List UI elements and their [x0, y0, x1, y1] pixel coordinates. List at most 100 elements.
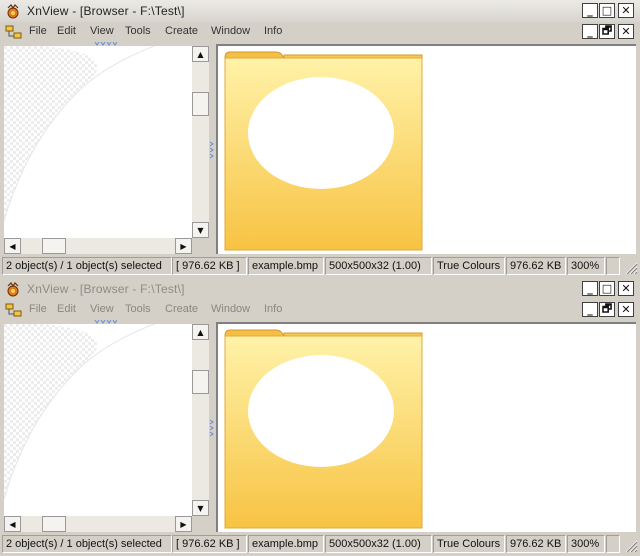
scroll-left-button[interactable]: ◀	[4, 516, 21, 532]
scroll-left-button[interactable]: ◀	[4, 238, 21, 254]
tree-horizontal-scrollbar[interactable]: ◀ ▶	[4, 516, 192, 532]
menu-window[interactable]: Window	[211, 25, 250, 37]
scroll-up-button[interactable]: ▲	[192, 46, 209, 62]
arrow-down-icon: ▼	[197, 503, 204, 513]
restore-icon: 🗗	[601, 24, 613, 37]
menu-edit[interactable]: Edit	[57, 25, 76, 37]
status-filesize: 976.62 KB	[506, 257, 566, 275]
minimize-icon: _	[587, 4, 593, 17]
menu-view[interactable]: View	[90, 25, 114, 37]
window-title: XnView - [Browser - F:\Test\]	[27, 4, 185, 18]
title-bar[interactable]: XnView - [Browser - F:\Test\] _ □ ✕	[0, 278, 640, 300]
arrow-left-icon: ◀	[9, 519, 16, 529]
arrow-left-icon: ◀	[9, 241, 16, 251]
scroll-thumb[interactable]	[192, 370, 209, 394]
scroll-thumb[interactable]	[42, 516, 66, 532]
maximize-button[interactable]: □	[599, 3, 615, 18]
mdi-restore-button[interactable]: 🗗	[599, 302, 615, 317]
status-selection-size: [ 976.62 KB ]	[172, 257, 247, 275]
status-objects: 2 object(s) / 1 object(s) selected	[2, 257, 172, 275]
status-filename: example.bmp	[248, 535, 324, 553]
menu-info[interactable]: Info	[264, 25, 282, 37]
mdi-close-button[interactable]: ✕	[618, 302, 634, 317]
minimize-button[interactable]: _	[582, 281, 598, 296]
tree-horizontal-scrollbar[interactable]: ◀ ▶	[4, 238, 192, 254]
folder-tree-panel[interactable]	[4, 46, 192, 238]
menu-bar: File Edit View Tools Create Window Info	[0, 22, 640, 42]
scroll-right-button[interactable]: ▶	[175, 516, 192, 532]
arrow-up-icon: ▲	[197, 327, 204, 337]
browser-tree-icon[interactable]	[5, 25, 23, 40]
xnview-window-active: XnView - [Browser - F:\Test\] _ □ ✕ File…	[0, 0, 640, 278]
mdi-minimize-button[interactable]: _	[582, 302, 598, 317]
xnview-window-inactive: XnView - [Browser - F:\Test\] _ □ ✕ File…	[0, 278, 640, 556]
scroll-down-button[interactable]: ▼	[192, 500, 209, 516]
splitter-grip-icon[interactable]	[210, 418, 214, 440]
status-colours: True Colours	[433, 257, 505, 275]
status-empty-panel	[606, 257, 620, 275]
menu-create[interactable]: Create	[165, 25, 198, 37]
status-bar: 2 object(s) / 1 object(s) selected [ 976…	[0, 534, 640, 554]
minimize-icon: _	[587, 25, 593, 38]
restore-icon: 🗗	[601, 302, 613, 315]
folder-tree-panel[interactable]	[4, 324, 192, 516]
window-title: XnView - [Browser - F:\Test\]	[27, 282, 185, 296]
menu-bar: File Edit View Tools Create Window Info	[0, 300, 640, 320]
menu-file[interactable]: File	[29, 25, 47, 37]
status-colours: True Colours	[433, 535, 505, 553]
mdi-restore-button[interactable]: 🗗	[599, 24, 615, 39]
menu-view[interactable]: View	[90, 303, 114, 315]
minimize-icon: _	[587, 282, 593, 295]
mdi-minimize-button[interactable]: _	[582, 24, 598, 39]
mdi-close-button[interactable]: ✕	[618, 24, 634, 39]
status-filesize: 976.62 KB	[506, 535, 566, 553]
scrollbar-corner	[192, 238, 209, 254]
folder-image-icon	[224, 51, 423, 251]
status-zoom: 300%	[567, 535, 605, 553]
scroll-up-button[interactable]: ▲	[192, 324, 209, 340]
close-icon: ✕	[621, 4, 631, 17]
status-dimensions: 500x500x32 (1.00)	[325, 535, 432, 553]
maximize-button[interactable]: □	[599, 281, 615, 296]
xnview-app-icon	[7, 282, 19, 297]
status-dimensions: 500x500x32 (1.00)	[325, 257, 432, 275]
scroll-right-button[interactable]: ▶	[175, 238, 192, 254]
close-icon: ✕	[621, 25, 631, 38]
tree-background-pattern	[4, 46, 192, 238]
menu-edit[interactable]: Edit	[57, 303, 76, 315]
image-viewer-panel[interactable]	[216, 322, 636, 532]
tree-vertical-scrollbar[interactable]: ▲ ▼	[192, 324, 209, 516]
minimize-icon: _	[587, 303, 593, 316]
close-button[interactable]: ✕	[618, 3, 634, 18]
status-zoom: 300%	[567, 257, 605, 275]
tree-vertical-scrollbar[interactable]: ▲ ▼	[192, 46, 209, 238]
scroll-thumb[interactable]	[192, 92, 209, 116]
xnview-app-icon	[7, 4, 19, 19]
title-bar[interactable]: XnView - [Browser - F:\Test\] _ □ ✕	[0, 0, 640, 22]
scroll-down-button[interactable]: ▼	[192, 222, 209, 238]
arrow-right-icon: ▶	[180, 241, 187, 251]
status-objects: 2 object(s) / 1 object(s) selected	[2, 535, 172, 553]
close-icon: ✕	[621, 282, 631, 295]
status-selection-size: [ 976.62 KB ]	[172, 535, 247, 553]
menu-create[interactable]: Create	[165, 303, 198, 315]
menu-tools[interactable]: Tools	[125, 303, 151, 315]
maximize-icon: □	[601, 4, 613, 17]
image-viewer-panel[interactable]	[216, 44, 636, 254]
menu-window[interactable]: Window	[211, 303, 250, 315]
maximize-icon: □	[601, 282, 613, 295]
folder-image-icon	[224, 329, 423, 529]
browser-tree-icon[interactable]	[5, 303, 23, 318]
minimize-button[interactable]: _	[582, 3, 598, 18]
menu-tools[interactable]: Tools	[125, 25, 151, 37]
status-bar: 2 object(s) / 1 object(s) selected [ 976…	[0, 256, 640, 276]
size-grip-icon[interactable]	[622, 259, 638, 275]
size-grip-icon[interactable]	[622, 537, 638, 553]
scroll-thumb[interactable]	[42, 238, 66, 254]
menu-info[interactable]: Info	[264, 303, 282, 315]
menu-file[interactable]: File	[29, 303, 47, 315]
close-button[interactable]: ✕	[618, 281, 634, 296]
splitter-grip-icon[interactable]	[210, 140, 214, 162]
tree-background-pattern	[4, 324, 192, 516]
status-filename: example.bmp	[248, 257, 324, 275]
